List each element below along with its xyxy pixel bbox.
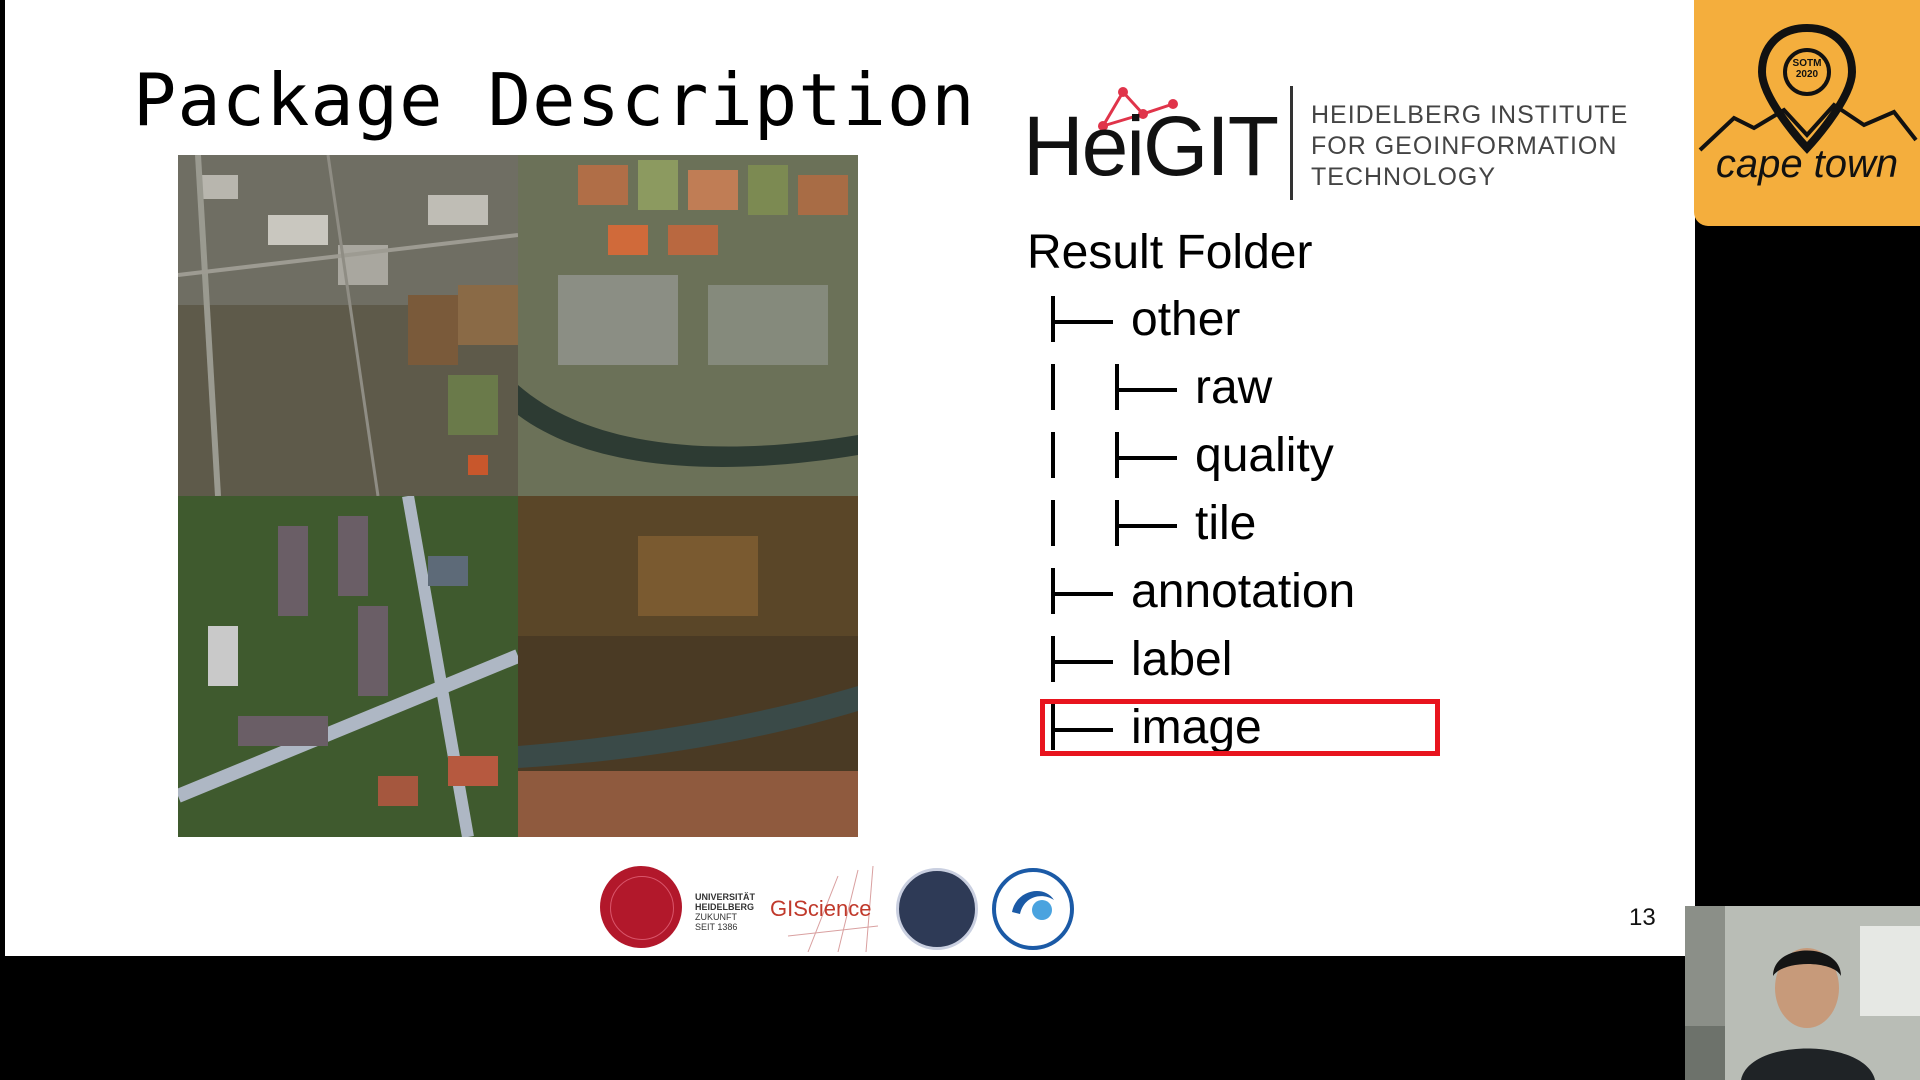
tree-branch-line bbox=[1115, 432, 1119, 478]
tree-branch-line bbox=[1115, 364, 1119, 410]
heidelberg-university-seal bbox=[600, 866, 682, 948]
aerial-imagery-grid bbox=[178, 155, 858, 837]
image-highlight-box bbox=[1040, 699, 1440, 756]
tree-item-label: quality bbox=[1195, 429, 1334, 482]
uni-name: UNIVERSITÄT bbox=[695, 892, 756, 902]
tree-item-raw: raw bbox=[1027, 354, 1312, 422]
tree-item-tile: tile bbox=[1027, 490, 1312, 558]
sotm-year: 2020 bbox=[1795, 69, 1819, 80]
heidelberg-university-text: UNIVERSITÄT HEIDELBERG ZUKUNFT SEIT 1386 bbox=[695, 892, 755, 932]
tree-branch-dash bbox=[1119, 524, 1177, 528]
heigit-wordmark: HeiGIT bbox=[1023, 99, 1279, 193]
aerial-tile-forest-river bbox=[518, 496, 858, 837]
heigit-line-1: HEIDELBERG INSTITUTE bbox=[1311, 101, 1629, 129]
giscience-logo: GIScience bbox=[770, 896, 872, 921]
tree-item-label: tile bbox=[1195, 497, 1257, 550]
tree-item-label: label bbox=[1131, 633, 1233, 686]
tree-item-other: other bbox=[1027, 286, 1312, 354]
tree-title: Result Folder bbox=[1027, 226, 1313, 279]
heigit-line-3: TECHNOLOGY bbox=[1311, 163, 1497, 191]
uni-city: HEIDELBERG bbox=[695, 902, 755, 912]
slide-page-number: 13 bbox=[1629, 904, 1656, 931]
aerial-tile-industrial bbox=[178, 155, 518, 496]
tree-branch-dash bbox=[1119, 456, 1177, 460]
presentation-slide: Package Description HeiGIT HEIDELBERG IN… bbox=[5, 0, 1695, 956]
tree-item-quality: quality bbox=[1027, 422, 1334, 490]
heigit-line-2: FOR GEOINFORMATION bbox=[1311, 132, 1618, 160]
tree-branch-dash bbox=[1119, 388, 1177, 392]
tree-item-label: label bbox=[1027, 626, 1312, 694]
heigit-fullname: HEIDELBERG INSTITUTE FOR GEOINFORMATION … bbox=[1311, 100, 1628, 193]
tree-item-label: raw bbox=[1195, 361, 1273, 414]
tree-item-annotation: annotation bbox=[1027, 558, 1355, 626]
tree-branch-line bbox=[1115, 500, 1119, 546]
tree-branch-line bbox=[1051, 636, 1055, 682]
tree-branch-line bbox=[1051, 296, 1055, 342]
liesmars-wave-icon bbox=[1012, 890, 1054, 920]
tree-branch-line bbox=[1051, 500, 1055, 546]
partner-logos: UNIVERSITÄT HEIDELBERG ZUKUNFT SEIT 1386… bbox=[600, 862, 1100, 956]
tree-branch-line bbox=[1051, 432, 1055, 478]
tree-branch-dash bbox=[1055, 660, 1113, 664]
tree-item-label: annotation bbox=[1131, 565, 1356, 618]
sotm-logo: SOTM 2020 cape town bbox=[1694, 0, 1920, 226]
location-pin-icon bbox=[1698, 23, 1918, 154]
heigit-logo: HeiGIT HEIDELBERG INSTITUTE FOR GEOINFOR… bbox=[1015, 86, 1635, 206]
tree-branch-dash bbox=[1055, 320, 1113, 324]
wuhan-university-seal bbox=[896, 868, 978, 950]
tree-branch-dash bbox=[1055, 592, 1113, 596]
result-folder-tree: Result Folder other raw quality tile annotat… bbox=[1027, 220, 1355, 762]
sotm-city: cape town bbox=[1715, 142, 1899, 186]
slide-title: Package Description bbox=[133, 58, 976, 142]
uni-motto: ZUKUNFT bbox=[695, 912, 737, 922]
presenter-video-feed bbox=[1685, 906, 1920, 1080]
tree-rows: other raw quality tile annotation label image bbox=[1027, 286, 1355, 762]
tree-item-label: other bbox=[1131, 293, 1241, 346]
aerial-tile-fields-river bbox=[518, 155, 858, 496]
liesmars-logo bbox=[992, 868, 1074, 950]
uni-since: SEIT 1386 bbox=[695, 922, 738, 932]
logo-divider bbox=[1290, 86, 1293, 200]
tree-branch-line bbox=[1051, 568, 1055, 614]
sotm-event: SOTM bbox=[1792, 58, 1822, 69]
sotm-event-label: SOTM 2020 bbox=[1784, 58, 1830, 80]
aerial-tile-residential bbox=[178, 496, 518, 837]
tree-branch-line bbox=[1051, 364, 1055, 410]
presenter-webcam bbox=[1685, 906, 1920, 1080]
